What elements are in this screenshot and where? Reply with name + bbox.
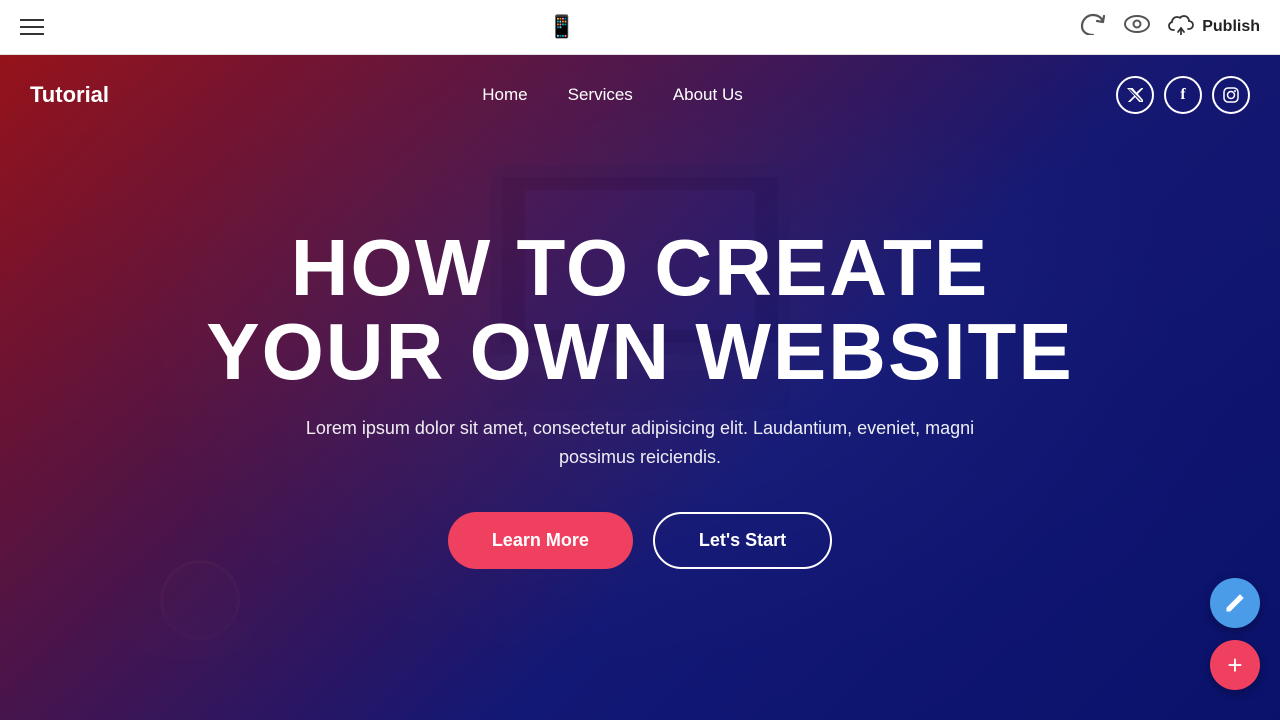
site-wrapper: Tutorial Home Services About Us f (0, 55, 1280, 720)
facebook-icon[interactable]: f (1164, 76, 1202, 114)
plus-icon: + (1227, 652, 1242, 678)
hero-content: HOW TO CREATE YOUR OWN WEBSITE Lorem ips… (206, 206, 1074, 569)
site-nav-links: Home Services About Us (482, 85, 742, 105)
site-logo: Tutorial (30, 82, 109, 108)
learn-more-button[interactable]: Learn More (448, 512, 633, 569)
hero-title-line1: HOW TO CREATE (291, 223, 990, 312)
twitter-icon[interactable] (1116, 76, 1154, 114)
toolbar: 📱 Publish (0, 0, 1280, 55)
eye-icon[interactable] (1124, 14, 1150, 40)
toolbar-right: Publish (1080, 13, 1260, 41)
instagram-icon[interactable] (1212, 76, 1250, 114)
hero-buttons: Learn More Let's Start (206, 512, 1074, 569)
fab-container: + (1210, 578, 1260, 690)
undo-icon[interactable] (1080, 13, 1106, 41)
nav-home[interactable]: Home (482, 85, 527, 105)
toolbar-center: 📱 (548, 14, 575, 40)
hero-subtitle: Lorem ipsum dolor sit amet, consectetur … (290, 414, 990, 472)
hamburger-icon[interactable] (20, 19, 44, 35)
cloud-upload-icon (1168, 13, 1194, 41)
toolbar-left (20, 19, 44, 35)
publish-button[interactable]: Publish (1168, 13, 1260, 41)
phone-icon: 📱 (548, 14, 575, 40)
nav-services[interactable]: Services (568, 85, 633, 105)
nav-about[interactable]: About Us (673, 85, 743, 105)
lets-start-button[interactable]: Let's Start (653, 512, 832, 569)
social-icons: f (1116, 76, 1250, 114)
hero-title-line2: YOUR OWN WEBSITE (206, 307, 1074, 396)
fab-plus-button[interactable]: + (1210, 640, 1260, 690)
publish-label: Publish (1202, 18, 1260, 36)
site-nav: Tutorial Home Services About Us f (0, 55, 1280, 135)
hero-title: HOW TO CREATE YOUR OWN WEBSITE (206, 226, 1074, 394)
fab-pencil-button[interactable] (1210, 578, 1260, 628)
